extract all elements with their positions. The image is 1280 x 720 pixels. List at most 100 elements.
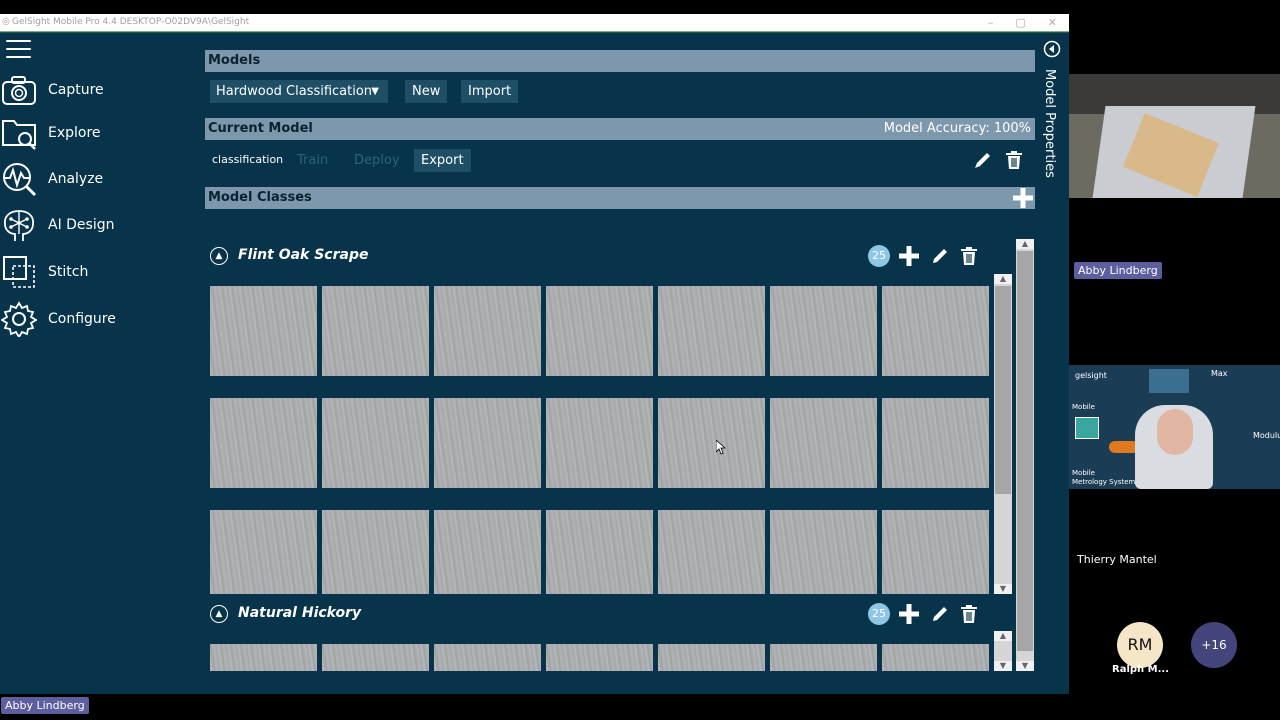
sample-thumbnail[interactable] xyxy=(658,510,765,594)
model-properties-tab[interactable]: Model Properties xyxy=(1042,69,1057,178)
current-model-header-title: Current Model xyxy=(208,121,313,136)
scroll-up-arrow-icon[interactable]: ▲ xyxy=(994,631,1012,641)
collapse-up-icon[interactable]: ▲ xyxy=(210,247,228,265)
more-participants-button[interactable]: +16 xyxy=(1191,622,1237,668)
sample-thumbnail[interactable] xyxy=(882,510,989,594)
sample-thumbnail[interactable] xyxy=(658,644,765,671)
scroll-down-arrow-icon[interactable]: ▼ xyxy=(994,661,1012,671)
sample-thumbnail[interactable] xyxy=(434,510,541,594)
sample-thumbnail[interactable] xyxy=(882,286,989,376)
sidebar-item-configure[interactable]: Configure xyxy=(0,299,190,339)
delete-class-trash-icon[interactable] xyxy=(960,604,978,628)
presenter-face xyxy=(1157,409,1193,455)
sample-thumbnail[interactable] xyxy=(546,398,653,488)
participant-video-thierry: gelsight Max Mobile Modulus Mobile Metro… xyxy=(1069,365,1280,489)
waveform-magnifier-icon xyxy=(0,160,38,198)
scroll-up-arrow-icon[interactable]: ▲ xyxy=(994,274,1012,284)
mouse-cursor-icon xyxy=(715,439,727,459)
edit-class-pencil-icon[interactable] xyxy=(930,604,950,628)
model-classes-scrollbar[interactable]: ▲ ▼ xyxy=(1016,239,1034,671)
edit-model-pencil-icon[interactable] xyxy=(973,150,993,174)
sample-thumbnail[interactable] xyxy=(322,510,429,594)
maximize-button[interactable]: ▢ xyxy=(1015,14,1025,31)
sample-thumbnail[interactable] xyxy=(210,398,317,488)
class-images-scrollbar[interactable]: ▲ ▼ xyxy=(994,274,1012,594)
collapse-left-circle-icon[interactable] xyxy=(1043,40,1061,62)
model-select-value: Hardwood Classification xyxy=(216,84,373,99)
minimize-button[interactable]: – xyxy=(988,14,994,31)
scroll-up-arrow-icon[interactable]: ▲ xyxy=(1016,239,1034,249)
sidebar-item-label: Configure xyxy=(48,311,116,327)
class-image-grid xyxy=(210,286,989,594)
models-header: Models xyxy=(205,50,1035,72)
collapse-up-icon[interactable]: ▲ xyxy=(210,605,228,623)
title-bar: ◎ GelSight Mobile Pro 4.4 DESKTOP-O02DV9… xyxy=(0,14,1069,32)
app-window: ◎ GelSight Mobile Pro 4.4 DESKTOP-O02DV9… xyxy=(0,14,1069,694)
current-model-header: Current Model Model Accuracy: 100% xyxy=(205,118,1035,140)
sidebar-item-label: Capture xyxy=(48,82,104,98)
sample-thumbnail[interactable] xyxy=(770,398,877,488)
sample-thumbnail[interactable] xyxy=(210,510,317,594)
slide-label: Mobile xyxy=(1072,403,1095,411)
sample-thumbnail[interactable] xyxy=(882,644,989,671)
class-name: Flint Oak Scrape xyxy=(238,247,369,263)
sample-thumbnail[interactable] xyxy=(882,398,989,488)
sample-thumbnail[interactable] xyxy=(546,644,653,671)
sidebar-item-analyze[interactable]: Analyze xyxy=(0,159,190,199)
device-image xyxy=(1075,417,1099,439)
class-image-count-badge: 25 xyxy=(868,603,890,625)
deploy-button[interactable]: Deploy xyxy=(347,149,407,172)
class-image-count-badge: 25 xyxy=(868,245,890,267)
scroll-down-arrow-icon[interactable]: ▼ xyxy=(994,584,1012,594)
class-name: Natural Hickory xyxy=(238,605,362,621)
sidebar-item-explore[interactable]: Explore xyxy=(0,113,190,153)
scrollbar-thumb[interactable] xyxy=(995,286,1011,494)
hamburger-menu-icon[interactable] xyxy=(6,40,31,58)
scrollbar-thumb[interactable] xyxy=(1017,251,1033,651)
sidebar-item-ai-design[interactable]: AI Design xyxy=(0,205,190,245)
slide-label: Max xyxy=(1211,369,1228,378)
model-select-dropdown[interactable]: Hardwood Classification ▼ xyxy=(210,80,388,103)
sample-thumbnail[interactable] xyxy=(434,398,541,488)
participant-avatar-rm[interactable]: RM xyxy=(1117,622,1163,668)
sidebar-item-stitch[interactable]: Stitch xyxy=(0,252,190,292)
sample-thumbnail[interactable] xyxy=(658,398,765,488)
new-model-button[interactable]: New xyxy=(405,80,448,103)
sample-thumbnail[interactable] xyxy=(210,286,317,376)
sample-thumbnail[interactable] xyxy=(322,644,429,671)
sample-thumbnail[interactable] xyxy=(546,510,653,594)
import-model-button[interactable]: Import xyxy=(461,80,519,103)
close-button[interactable]: ✕ xyxy=(1048,14,1057,31)
scroll-down-arrow-icon[interactable]: ▼ xyxy=(1016,661,1034,671)
participant-name-label: Ralph M... xyxy=(1112,664,1169,675)
sample-thumbnail[interactable] xyxy=(322,286,429,376)
sample-thumbnail[interactable] xyxy=(770,644,877,671)
sidebar-item-capture[interactable]: Capture xyxy=(0,70,190,110)
sidebar-item-label: AI Design xyxy=(48,217,115,233)
sample-thumbnail[interactable] xyxy=(322,398,429,488)
sample-thumbnail[interactable] xyxy=(770,286,877,376)
delete-model-trash-icon[interactable] xyxy=(1005,150,1023,174)
sample-thumbnail[interactable] xyxy=(770,510,877,594)
participant-video-abby xyxy=(1069,74,1280,198)
export-button[interactable]: Export xyxy=(414,149,471,172)
slide-label: Mobile xyxy=(1072,469,1095,477)
sample-thumbnail[interactable] xyxy=(658,286,765,376)
class-images-scrollbar[interactable]: ▲ ▼ xyxy=(994,631,1012,671)
model-classes-header: Model Classes xyxy=(205,187,1035,209)
class-header-flint-oak-scrape: ▲ Flint Oak Scrape 25 xyxy=(210,245,980,269)
edit-class-pencil-icon[interactable] xyxy=(930,246,950,270)
model-accuracy-text: Model Accuracy: 100% xyxy=(883,121,1031,136)
add-image-plus-icon[interactable] xyxy=(898,603,920,629)
sample-thumbnail[interactable] xyxy=(434,644,541,671)
add-class-plus-icon[interactable] xyxy=(1012,187,1034,213)
add-image-plus-icon[interactable] xyxy=(898,245,920,271)
slide-brand-text: gelsight xyxy=(1075,371,1107,380)
sample-thumbnail[interactable] xyxy=(434,286,541,376)
sample-thumbnail[interactable] xyxy=(210,644,317,671)
train-button[interactable]: Train xyxy=(290,149,335,172)
sample-thumbnail[interactable] xyxy=(546,286,653,376)
class-image-grid xyxy=(210,644,989,671)
gear-icon xyxy=(0,300,38,338)
delete-class-trash-icon[interactable] xyxy=(960,246,978,270)
